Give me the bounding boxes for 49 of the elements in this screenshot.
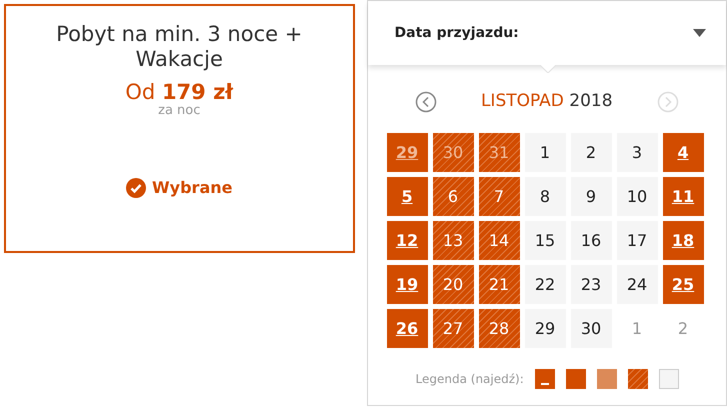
calendar-day: 14 (478, 221, 520, 260)
calendar-day: 2 (570, 133, 612, 172)
calendar-day[interactable]: 29 (386, 133, 428, 172)
calendar-day[interactable]: 18 (662, 221, 704, 260)
dropdown-label: Data przyjazdu: (394, 24, 519, 42)
calendar-day: 13 (432, 221, 474, 260)
legend-swatch[interactable] (596, 369, 617, 389)
legend-swatch[interactable] (658, 369, 679, 389)
calendar-day: 1 (524, 133, 566, 172)
calendar-day: 15 (524, 221, 566, 260)
calendar-day[interactable]: 4 (662, 133, 704, 172)
check-icon (126, 178, 146, 198)
offer-card[interactable]: Pobyt na min. 3 noce + Wakacje Od 179 zł za noc Wybrane (4, 4, 355, 253)
calendar-day[interactable]: 19 (386, 265, 428, 304)
calendar-day: 30 (432, 133, 474, 172)
calendar-day: 16 (570, 221, 612, 260)
legend-swatch[interactable] (628, 369, 648, 389)
offer-title: Pobyt na min. 3 noce + Wakacje (55, 22, 304, 72)
calendar-day: 22 (524, 265, 566, 304)
calendar-day: 9 (570, 177, 612, 216)
legend-swatch[interactable] (566, 369, 586, 389)
calendar-day: 7 (478, 177, 520, 216)
calendar-day: 10 (616, 177, 658, 216)
date-dropdown[interactable]: Data przyjazdu: (368, 1, 726, 65)
calendar-day: 8 (524, 177, 566, 216)
calendar-day: 17 (616, 221, 658, 260)
legend-swatch[interactable] (534, 369, 555, 389)
calendar-day: 28 (478, 309, 520, 348)
legend-label: Legenda (najedź): (416, 371, 524, 388)
calendar-day: 31 (478, 133, 520, 172)
price-unit: za noc (158, 104, 200, 118)
calendar-day: 29 (524, 309, 566, 348)
selected-status: Wybrane (152, 177, 232, 199)
calendar-day: 24 (616, 265, 658, 304)
month-title: LISTOPAD 2018 (480, 90, 613, 114)
calendar-day[interactable]: 5 (386, 177, 428, 216)
previous-month-icon[interactable] (414, 91, 437, 113)
calendar-day: 30 (570, 309, 612, 348)
offer-price: Od 179 zł (125, 80, 234, 104)
calendar-day: 23 (570, 265, 612, 304)
calendar-day[interactable]: 25 (662, 265, 704, 304)
calendar-day: 6 (432, 177, 474, 216)
calendar-day[interactable]: 11 (662, 177, 704, 216)
calendar-day[interactable]: 26 (386, 309, 428, 348)
calendar-day: 21 (478, 265, 520, 304)
calendar-day: 3 (616, 133, 658, 172)
calendar-day: 20 (432, 265, 474, 304)
calendar-day: 27 (432, 309, 474, 348)
calendar-day[interactable]: 12 (386, 221, 428, 260)
